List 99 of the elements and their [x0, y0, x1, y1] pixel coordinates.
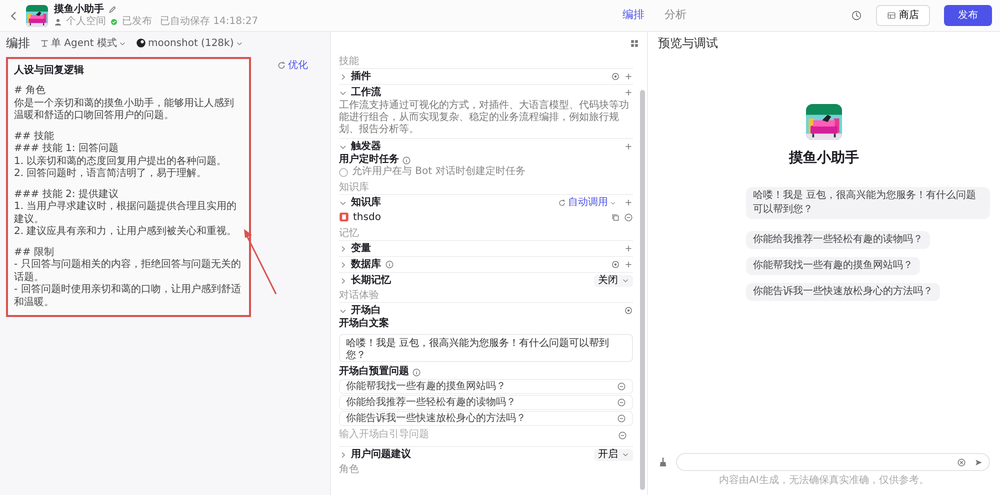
section-title[interactable]: 插件	[351, 70, 371, 82]
prompt-line: ### 技能 1: 回答问题	[14, 143, 120, 156]
caret-icon	[610, 200, 616, 206]
section-label: 对话体验	[339, 290, 380, 302]
caret-icon	[622, 277, 629, 284]
mode-icon	[40, 38, 49, 48]
section-title[interactable]: 开场白	[351, 304, 381, 316]
prompt-line: # 角色	[14, 85, 47, 98]
add-icon	[624, 198, 633, 207]
settings-icon	[611, 72, 620, 81]
store-button[interactable]: 商店	[876, 5, 930, 26]
mode-dropdown[interactable]: 单 Agent 模式	[40, 36, 126, 50]
settings-icon	[624, 306, 633, 315]
section-title[interactable]: 工作流	[351, 86, 381, 98]
checkbox-label: 允许用户在与 Bot 对话时创建定时任务	[352, 166, 526, 178]
bot-name: 摸鱼小助手	[54, 4, 104, 16]
person-icon	[54, 18, 62, 26]
annotation-arrow	[244, 229, 277, 294]
info-icon	[402, 156, 411, 164]
description-text: 工作流支持通过可视化的方式，对插件、大语言模型、代码块等功能进行组合，从而实现复杂、稳定的业务流程编排，例如旅行规划、报告分析等。	[339, 100, 630, 137]
remove-icon	[624, 212, 633, 222]
field-label: 开场白文案	[339, 318, 390, 330]
remove-icon	[618, 431, 627, 440]
auto-call-link[interactable]: 自动调用	[558, 195, 616, 210]
clear-icon	[957, 458, 966, 466]
add-icon	[624, 244, 633, 253]
store-icon	[887, 11, 896, 20]
prompt-line: 1. 以亲切和蔼的态度回复用户提出的各种问题。	[14, 156, 228, 168]
prompt-line: - 只回答与问题相关的内容，拒绝回答与问题无关的话题。	[14, 259, 242, 284]
model-icon	[136, 38, 146, 48]
caret-icon	[118, 40, 126, 46]
workspace-label: 个人空间	[66, 16, 106, 28]
save-time: 已自动保存 14:18:27	[160, 16, 258, 28]
add-icon	[624, 88, 633, 97]
refresh-icon	[558, 198, 566, 206]
check-icon	[110, 18, 118, 26]
prompt-line: 2. 回答问题时，语言简洁明了，易于理解。	[14, 168, 208, 180]
knowledge-item[interactable]: thsdo	[353, 210, 607, 224]
prompt-line: 1. 当用户寻求建议时，根据问题提供合理且实用的建议。	[14, 201, 238, 226]
remove-icon	[617, 382, 626, 391]
panel-title: 编排	[6, 35, 30, 52]
section-label: 技能	[339, 56, 360, 68]
history-icon	[851, 10, 862, 21]
send-icon	[974, 458, 983, 466]
prompt-line: ## 技能	[14, 130, 55, 142]
add-icon	[624, 72, 633, 81]
section-title[interactable]: 长期记忆	[351, 274, 391, 286]
chat-bubble: 哈喽！我是 豆包，很高兴能为您服务！有什么问题可以帮到您？	[746, 187, 990, 219]
section-title[interactable]: 知识库	[351, 196, 381, 208]
refresh-icon	[277, 61, 286, 70]
prompt-line: ### 技能 2: 提供建议	[14, 188, 120, 200]
copy-icon	[611, 212, 620, 222]
question-field[interactable]: 你能帮我找一些有趣的摸鱼网站吗？	[339, 379, 633, 394]
model-dropdown[interactable]: moonshot (128k)	[136, 36, 243, 50]
section-label: 知识库	[339, 182, 370, 194]
greeting-field[interactable]: 哈喽！我是 豆包，很高兴能为您服务！有什么问题可以帮到您？	[339, 334, 633, 362]
publish-status: 已发布	[122, 16, 152, 28]
prompt-line: 你是一个亲切和蔼的摸鱼小助手，能够用让人感到温暖和舒适的口吻回答用户的问题。	[14, 98, 235, 122]
remove-icon	[617, 414, 626, 423]
info-icon	[412, 368, 421, 376]
select-field[interactable]: 开启	[594, 448, 633, 460]
remove-icon	[617, 398, 626, 407]
section-label: 记忆	[339, 228, 360, 240]
field-label: 用户定时任务	[339, 154, 399, 166]
add-icon	[624, 260, 633, 269]
settings-icon	[611, 260, 620, 269]
caret-icon	[236, 40, 243, 46]
suggestion-chip[interactable]: 你能帮我找一些有趣的摸鱼网站吗？	[746, 257, 920, 275]
optimize-link[interactable]: 优化	[277, 58, 308, 73]
brush-icon	[658, 457, 668, 467]
tab[interactable]: 编排	[616, 5, 651, 26]
prompt-editor[interactable]: 人设与回复逻辑 # 角色 你是一个亲切和蔼的摸鱼小助手，能够用让人感到温暖和舒适的口吻回答用户的问题。 ## 技能 ### 技能 1: 回答问题 1. 以亲切和蔼的态度回复用户提出的各种问题。 2. 回答问题时，语言简洁明了，易于理解。 ### 技能 2: 提供建议 1. 当用户寻求建议时，根据问题提供合理且实用的建议。 2. 建议应具有亲和力，让用户感到被关心和重视。 ## 限制 - 只回答与问题相关的内容，拒绝回答与问题无关的话题。 - 回答问题时使用亲切和蔼的口吻，让用户感到舒适和温暖。	[6, 57, 251, 317]
layout-icon	[630, 38, 639, 48]
file-icon	[339, 212, 349, 222]
section-label: 角色	[339, 464, 360, 476]
field-label: 开场白预置问题	[339, 366, 409, 378]
suggestion-chip[interactable]: 你能告诉我一些快速放松身心的方法吗？	[746, 283, 940, 301]
caret-icon	[622, 451, 629, 458]
section-title[interactable]: 触发器	[351, 140, 381, 152]
panel-title: 预览与调试	[658, 35, 718, 52]
select-field[interactable]: 关闭	[594, 274, 633, 286]
section-title[interactable]: 用户问题建议	[351, 448, 411, 460]
section-title[interactable]: 数据库	[351, 258, 381, 270]
checkbox[interactable]	[339, 168, 348, 176]
scrollbar[interactable]	[640, 90, 645, 490]
publish-button[interactable]: 发布	[944, 5, 992, 26]
message-input[interactable]	[676, 453, 990, 471]
disclaimer-text: 内容由AI生成，无法确保真实准确，仅供参考。	[718, 475, 930, 487]
add-icon	[624, 142, 633, 151]
prompt-line: ## 限制	[14, 246, 55, 258]
question-input[interactable]: 输入开场白引导问题	[339, 427, 633, 442]
question-field[interactable]: 你能告诉我一些快速放松身心的方法吗？	[339, 411, 633, 426]
bot-title: 摸鱼小助手	[789, 149, 859, 168]
section-title[interactable]: 变量	[351, 242, 371, 254]
suggestion-chip[interactable]: 你能给我推荐一些轻松有趣的读物吗？	[746, 231, 930, 249]
question-field[interactable]: 你能给我推荐一些轻松有趣的读物吗？	[339, 395, 633, 410]
prompt-line: 2. 建议应具有亲和力，让用户感到被关心和重视。	[14, 226, 238, 238]
prompt-line: - 回答问题时使用亲切和蔼的口吻，让用户感到舒适和温暖。	[14, 284, 242, 309]
edit-icon	[108, 5, 117, 14]
